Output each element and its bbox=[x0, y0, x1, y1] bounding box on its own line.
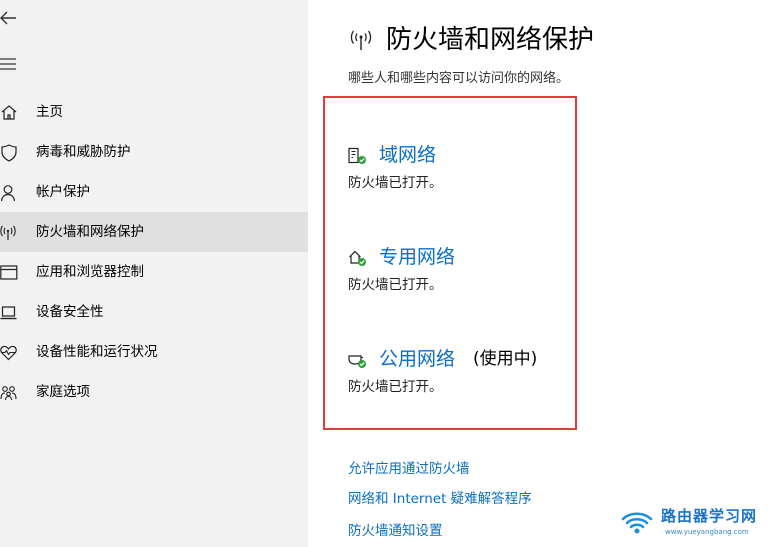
sidebar-item-device-security[interactable]: 设备安全性 bbox=[0, 292, 308, 332]
page-title: 防火墙和网络保护 bbox=[386, 25, 595, 55]
network-link-domain[interactable]: 域网络 bbox=[379, 141, 436, 169]
sidebar-item-home[interactable]: 主页 bbox=[0, 92, 308, 132]
sidebar-item-label: 病毒和威胁防护 bbox=[36, 144, 131, 160]
sidebar-item-label: 帐户保护 bbox=[36, 184, 90, 200]
antenna-icon bbox=[348, 28, 374, 52]
sidebar-item-label: 家庭选项 bbox=[36, 384, 90, 400]
antenna-icon bbox=[0, 223, 20, 243]
in-use-badge: (使用中) bbox=[473, 349, 538, 369]
sidebar-item-label: 防火墙和网络保护 bbox=[36, 224, 144, 240]
menu-button[interactable] bbox=[0, 52, 24, 76]
allow-app-through-firewall-link[interactable]: 允许应用通过防火墙 bbox=[348, 460, 470, 478]
back-button[interactable] bbox=[0, 6, 24, 30]
sidebar-item-label: 设备性能和运行状况 bbox=[36, 344, 158, 360]
family-icon bbox=[0, 383, 20, 403]
domain-network-icon bbox=[348, 146, 368, 166]
network-troubleshooter-link[interactable]: 网络和 Internet 疑难解答程序 bbox=[348, 490, 532, 508]
back-arrow-icon bbox=[0, 11, 16, 25]
sidebar-item-firewall[interactable]: 防火墙和网络保护 bbox=[0, 212, 308, 252]
private-network-icon bbox=[348, 248, 368, 268]
sidebar: 主页 病毒和威胁防护 帐户保护 防火墙和网络保护 应用和浏览器控制 设备安全性 bbox=[0, 0, 308, 547]
network-private: 专用网络 防火墙已打开。 bbox=[348, 243, 608, 303]
heart-pulse-icon bbox=[0, 343, 20, 363]
network-public: 公用网络 (使用中) 防火墙已打开。 bbox=[348, 345, 608, 405]
person-icon bbox=[0, 183, 20, 203]
main-content: 防火墙和网络保护 哪些人和哪些内容可以访问你的网络。 域网络 防火墙已打开。 专… bbox=[308, 0, 773, 547]
sidebar-item-device-performance[interactable]: 设备性能和运行状况 bbox=[0, 332, 308, 372]
network-link-private[interactable]: 专用网络 bbox=[379, 243, 455, 271]
network-domain: 域网络 防火墙已打开。 bbox=[348, 141, 608, 201]
network-link-public[interactable]: 公用网络 bbox=[379, 345, 455, 373]
hamburger-icon bbox=[0, 58, 16, 70]
public-network-icon bbox=[348, 350, 368, 370]
page-subtitle: 哪些人和哪些内容可以访问你的网络。 bbox=[348, 71, 570, 86]
watermark-url: www.yueyangbang.com bbox=[665, 528, 749, 536]
sidebar-item-label: 设备安全性 bbox=[36, 304, 104, 320]
network-status: 防火墙已打开。 bbox=[348, 175, 443, 191]
sidebar-item-label: 应用和浏览器控制 bbox=[36, 264, 144, 280]
network-status: 防火墙已打开。 bbox=[348, 379, 443, 395]
sidebar-item-app-browser-control[interactable]: 应用和浏览器控制 bbox=[0, 252, 308, 292]
network-status: 防火墙已打开。 bbox=[348, 277, 443, 293]
firewall-notification-settings-link[interactable]: 防火墙通知设置 bbox=[348, 522, 443, 540]
watermark: 路由器学习网 www.yueyangbang.com bbox=[617, 503, 767, 543]
shield-icon bbox=[0, 143, 20, 163]
laptop-icon bbox=[0, 303, 20, 323]
sidebar-item-label: 主页 bbox=[36, 104, 63, 120]
home-icon bbox=[0, 103, 20, 123]
wifi-router-logo-icon bbox=[617, 505, 657, 541]
browser-window-icon bbox=[0, 263, 20, 283]
sidebar-item-family-options[interactable]: 家庭选项 bbox=[0, 372, 308, 412]
sidebar-item-account-protection[interactable]: 帐户保护 bbox=[0, 172, 308, 212]
watermark-text: 路由器学习网 bbox=[661, 507, 758, 525]
sidebar-item-virus-protection[interactable]: 病毒和威胁防护 bbox=[0, 132, 308, 172]
